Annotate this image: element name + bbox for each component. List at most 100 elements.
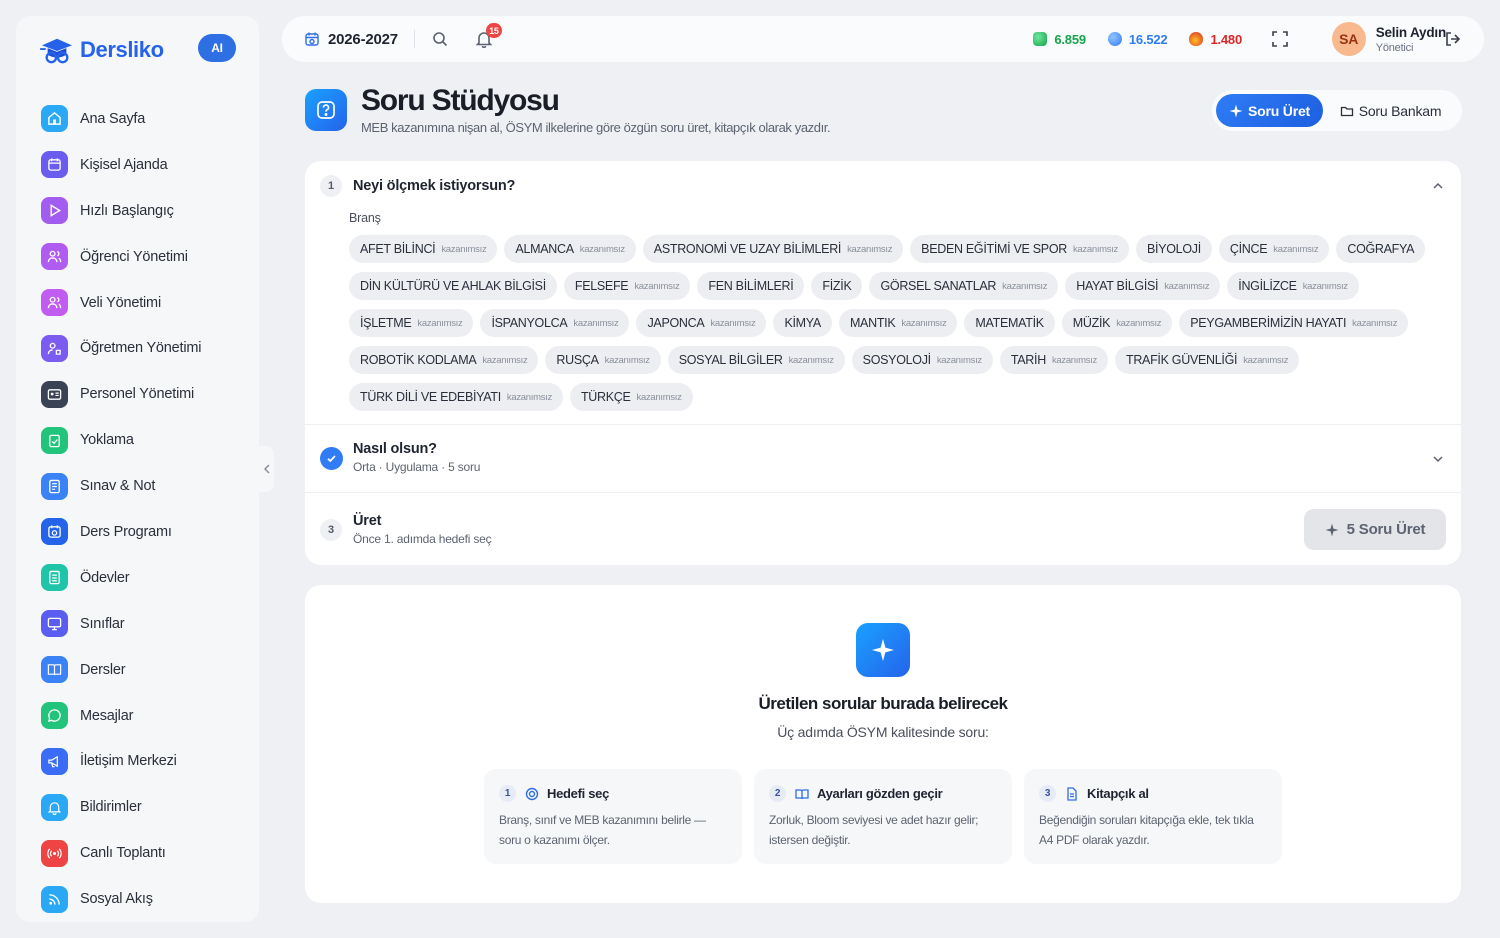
subject-chip[interactable]: MÜZİK kazanımsız <box>1061 309 1173 337</box>
subject-name: ASTRONOMİ VE UZAY BİLİMLERİ <box>653 242 842 256</box>
user-name: Selin Aydın <box>1375 24 1447 40</box>
subject-chip[interactable]: RUSÇA kazanımsız <box>545 346 661 374</box>
sidebar-item-hizli-baslangic[interactable]: Hızlı Başlangıç <box>41 188 251 234</box>
home-icon <box>41 105 68 133</box>
subject-chip[interactable]: ROBOTİK KODLAMA kazanımsız <box>349 346 539 374</box>
subject-chip[interactable]: ÇİNCE kazanımsız <box>1218 235 1330 263</box>
search-icon <box>433 32 448 47</box>
id-card-icon <box>41 380 68 408</box>
chevron-down-icon[interactable] <box>1431 452 1445 466</box>
sidebar-item-label: Kişisel Ajanda <box>80 156 168 173</box>
sidebar-item-kisisel-ajanda[interactable]: Kişisel Ajanda <box>41 142 251 188</box>
sidebar-item-canli-toplanti[interactable]: Canlı Toplantı <box>41 830 251 876</box>
check-icon <box>320 447 343 470</box>
sidebar-item-sosyal-akis[interactable]: Sosyal Akış <box>41 876 251 922</box>
subject-name: TARİH <box>1010 353 1046 367</box>
subject-name: İSPANYOLCA <box>491 316 568 330</box>
ai-badge[interactable]: AI <box>198 34 236 62</box>
hint-card: 2 Ayarları gözden geçir Zorluk, Bloom se… <box>754 769 1012 864</box>
question-bank-tab[interactable]: Soru Bankam <box>1323 94 1458 127</box>
subject-chip[interactable]: FİZİK <box>811 272 863 300</box>
subject-chip[interactable]: TARİH kazanımsız <box>999 346 1108 374</box>
stat-green-gems[interactable]: 6.859 <box>1033 32 1086 47</box>
subject-name: BEDEN EĞİTİMİ VE SPOR <box>921 242 1067 256</box>
sidebar-item-siniflar[interactable]: Sınıflar <box>41 601 251 647</box>
sidebar-item-iletisim-merkezi[interactable]: İletişim Merkezi <box>41 738 251 784</box>
sidebar-item-ogrenci-yonetimi[interactable]: Öğrenci Yönetimi <box>41 234 251 280</box>
subject-chip[interactable]: SOSYAL BİLGİLER kazanımsız <box>667 346 845 374</box>
subject-tag: kazanımsız <box>1302 280 1348 292</box>
sidebar-item-sinav-not[interactable]: Sınav & Not <box>41 463 251 509</box>
subject-tag: kazanımsız <box>482 354 528 366</box>
subject-chip[interactable]: MANTIK kazanımsız <box>838 309 958 337</box>
subject-name: RUSÇA <box>556 353 599 367</box>
generate-question-tab[interactable]: Soru Üret <box>1216 94 1323 127</box>
brand[interactable]: Dersliko <box>38 30 164 70</box>
subject-chip[interactable]: HAYAT BİLGİSİ kazanımsız <box>1065 272 1221 300</box>
subject-chip[interactable]: AFET BİLİNCİ kazanımsız <box>349 235 498 263</box>
stat-blue-gems[interactable]: 16.522 <box>1107 32 1168 47</box>
search-button[interactable] <box>431 30 449 48</box>
subject-chip[interactable]: KİMYA <box>773 309 832 337</box>
notifications-button[interactable]: 15 <box>475 23 502 49</box>
logout-button[interactable] <box>1444 30 1462 48</box>
fullscreen-button[interactable] <box>1271 30 1289 48</box>
subject-chip[interactable]: PEYGAMBERİMİZİN HAYATI kazanımsız <box>1179 309 1409 337</box>
clipboard-check-icon <box>41 426 68 454</box>
subject-chip[interactable]: SOSYOLOJİ kazanımsız <box>851 346 993 374</box>
subject-name: SOSYOLOJİ <box>862 353 931 367</box>
subject-chip[interactable]: BEDEN EĞİTİMİ VE SPOR kazanımsız <box>910 235 1130 263</box>
subject-chip[interactable]: İSPANYOLCA kazanımsız <box>480 309 630 337</box>
sidebar-item-label: Ana Sayfa <box>80 110 146 127</box>
chevron-up-icon[interactable] <box>1431 179 1445 193</box>
message-icon <box>41 702 68 730</box>
brans-label: Branş <box>349 211 381 225</box>
hint-title: Kitapçık al <box>1087 786 1149 801</box>
gem-green-icon <box>1033 32 1048 46</box>
user-menu[interactable]: SA Selin Aydın Yönetici <box>1331 22 1447 56</box>
subject-chip[interactable]: FEN BİLİMLERİ <box>697 272 805 300</box>
collapse-sidebar-button[interactable] <box>259 446 274 492</box>
bell-icon <box>41 793 68 821</box>
schedule-icon <box>41 518 68 546</box>
stat-streak[interactable]: 1.480 <box>1189 32 1242 47</box>
subject-chip[interactable]: ALMANCA kazanımsız <box>504 235 636 263</box>
subject-chip[interactable]: GÖRSEL SANATLAR kazanımsız <box>869 272 1059 300</box>
document-icon <box>1067 786 1077 801</box>
subject-chip[interactable]: JAPONCA kazanımsız <box>636 309 767 337</box>
sidebar-item-yoklama[interactable]: Yoklama <box>41 417 251 463</box>
book-icon <box>41 656 68 684</box>
sparkle-icon <box>1229 104 1243 117</box>
teacher-icon <box>41 334 68 362</box>
sidebar-item-ana-sayfa[interactable]: Ana Sayfa <box>41 96 251 142</box>
subject-chip[interactable]: COĞRAFYA <box>1336 235 1426 263</box>
subject-chip[interactable]: FELSEFE kazanımsız <box>563 272 691 300</box>
sidebar-item-veli-yonetimi[interactable]: Veli Yönetimi <box>41 280 251 326</box>
step-1-header[interactable]: 1 Neyi ölçmek istiyorsun? <box>320 175 515 197</box>
sidebar-item-bildirimler[interactable]: Bildirimler <box>41 784 251 830</box>
subject-chip[interactable]: İŞLETME kazanımsız <box>349 309 474 337</box>
subject-chip[interactable]: TÜRK DİLİ VE EDEBİYATI kazanımsız <box>349 383 563 411</box>
subject-chip[interactable]: TRAFİK GÜVENLİĞİ kazanımsız <box>1114 346 1300 374</box>
sidebar-item-mesajlar[interactable]: Mesajlar <box>41 693 251 739</box>
subject-chip[interactable]: MATEMATİK <box>964 309 1055 337</box>
subject-chip[interactable]: BİYOLOJİ <box>1136 235 1212 263</box>
sidebar-item-dersler[interactable]: Dersler <box>41 647 251 693</box>
step-2-header[interactable]: Nasıl olsun? Orta · Uygulama · 5 soru <box>320 441 480 474</box>
subject-chip[interactable]: İNGİLİZCE kazanımsız <box>1227 272 1359 300</box>
sidebar-item-odevler[interactable]: Ödevler <box>41 555 251 601</box>
subject-chip[interactable]: DİN KÜLTÜRÜ VE AHLAK BİLGİSİ <box>349 272 557 300</box>
empty-title: Üretilen sorular burada belirecek <box>758 694 1009 713</box>
subject-chip[interactable]: TÜRKÇE kazanımsız <box>569 383 693 411</box>
sidebar-item-personel-yonetimi[interactable]: Personel Yönetimi <box>41 371 251 417</box>
monitor-icon <box>41 610 68 638</box>
sidebar-item-ogretmen-yonetimi[interactable]: Öğretmen Yönetimi <box>41 325 251 371</box>
subject-name: KİMYA <box>784 316 821 330</box>
subject-name: SOSYAL BİLGİLER <box>678 353 783 367</box>
generate-questions-button[interactable]: 5 Soru Üret <box>1304 509 1446 550</box>
sidebar-item-label: Öğrenci Yönetimi <box>80 248 188 265</box>
subject-name: ROBOTİK KODLAMA <box>360 353 477 367</box>
subject-chip[interactable]: ASTRONOMİ VE UZAY BİLİMLERİ kazanımsız <box>642 235 904 263</box>
academic-year-selector[interactable]: 2026-2027 <box>304 31 398 48</box>
sidebar-item-ders-programi[interactable]: Ders Programı <box>41 509 251 555</box>
